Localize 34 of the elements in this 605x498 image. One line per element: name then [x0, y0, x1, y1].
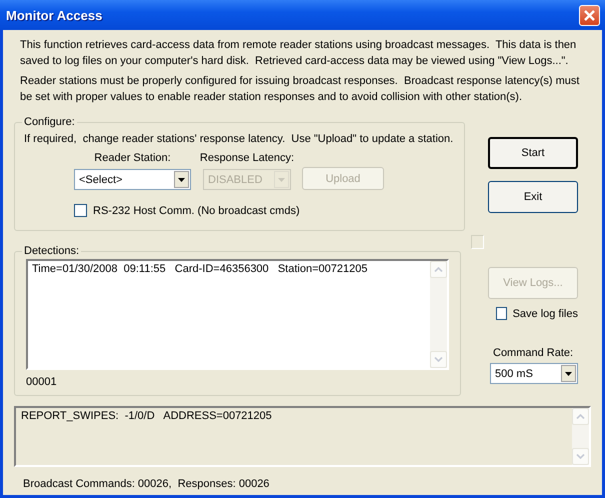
field-label: Command Rate:: [493, 347, 574, 359]
close-button[interactable]: [579, 4, 600, 26]
caret-icon: [565, 372, 572, 376]
action-button[interactable]: Start: [488, 137, 578, 169]
checkbox-label: Save log files: [512, 308, 578, 320]
reader-station-dropdown[interactable]: <Select>: [74, 169, 191, 190]
scroll-up-icon: [576, 414, 585, 419]
checkbox-label: RS-232 Host Comm. (No broadcast cmds): [93, 204, 300, 216]
detection-row[interactable]: Time=01/30/2008 09:11:55 Card-ID=46356300 Station=00721205: [32, 263, 430, 275]
scroll-down-icon: [434, 357, 443, 362]
caret-icon: [278, 178, 285, 182]
window-title: Monitor Access: [6, 8, 102, 22]
close-icon: [583, 8, 596, 22]
detections-list[interactable]: Time=01/30/2008 09:11:55 Card-ID=46356300 Station=00721205: [26, 259, 449, 370]
scrollbar[interactable]: [572, 408, 589, 465]
scroll-up-icon: [434, 267, 443, 272]
command-rate-dropdown[interactable]: 500 mS: [490, 363, 578, 384]
field-label: Response Latency:: [200, 152, 294, 164]
empty-control: [471, 235, 484, 249]
scroll-down-icon: [576, 454, 585, 459]
log-line: REPORT_SWIPES: -1/0/D ADDRESS=00721205: [21, 410, 273, 422]
group-title: Configure:: [23, 116, 76, 128]
action-button[interactable]: Exit: [488, 181, 578, 213]
checkbox[interactable]: [74, 204, 87, 217]
field-label: Reader Station:: [94, 152, 171, 164]
description-text: Reader stations must be properly configured for issuing broadcast responses. Broadcast response latency(s) must be set with proper values to enable reader station responses and to avoid collision with other station(s).: [20, 74, 580, 105]
caret-icon: [178, 178, 185, 182]
description-text: This function retrieves card-access data from remote reader stations using broadcast messages. This data is then saved to log files on your computer's hard disk. Retrieved card-access data may be viewed using "View Logs...".: [20, 38, 578, 69]
detection-count: 00001: [26, 376, 58, 388]
scrollbar[interactable]: [430, 261, 447, 368]
group-title: Detections:: [23, 245, 80, 257]
hint-text: If required, change reader stations' response latency. Use "Upload" to update a station.: [24, 133, 454, 145]
status-text: Broadcast Commands: 00026, Responses: 00026: [23, 478, 270, 490]
checkbox[interactable]: [496, 307, 507, 320]
